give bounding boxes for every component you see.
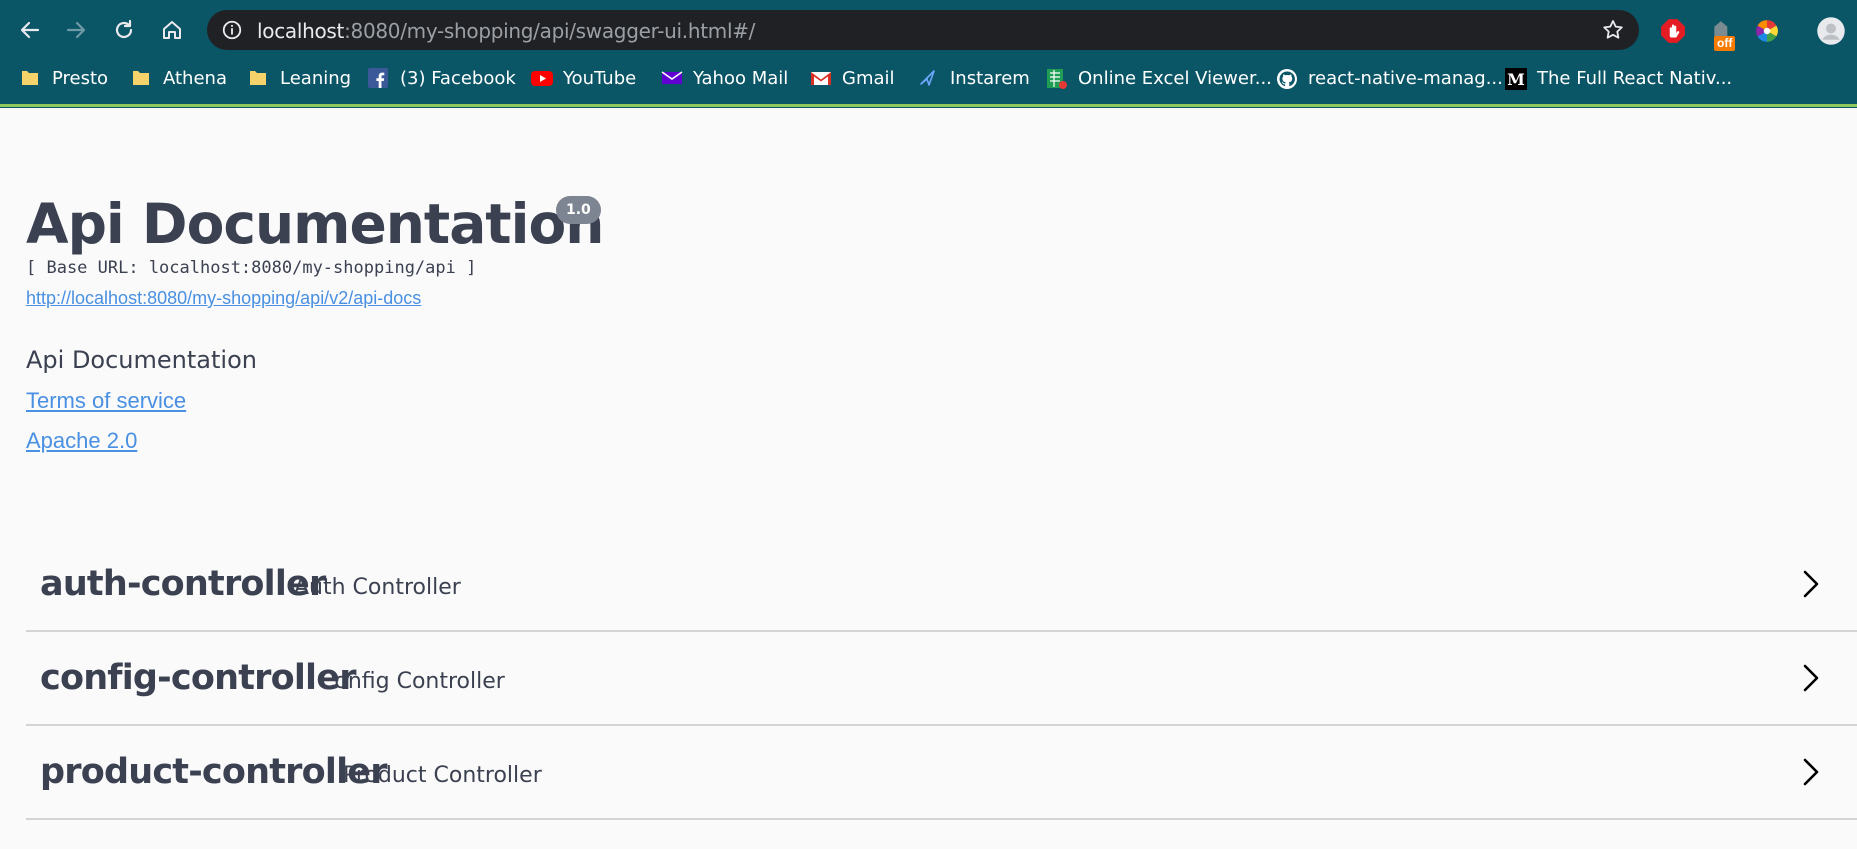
bookmark-label: Online Excel Viewer... bbox=[1078, 67, 1272, 89]
tag-name: config-controller bbox=[40, 658, 356, 698]
chevron-right-icon bbox=[1803, 758, 1819, 786]
home-button[interactable] bbox=[158, 16, 186, 44]
bookmark-gmail[interactable]: Gmail bbox=[810, 62, 895, 94]
profile-avatar-button[interactable] bbox=[1816, 16, 1846, 46]
color-picker-extension-button[interactable] bbox=[1752, 16, 1782, 46]
reload-button[interactable] bbox=[110, 16, 138, 44]
bookmark-athena[interactable]: Athena bbox=[131, 62, 227, 94]
base-url: [ Base URL: localhost:8080/my-shopping/a… bbox=[26, 258, 477, 278]
url-host: localhost bbox=[257, 19, 345, 43]
bookmark-label: Presto bbox=[52, 67, 109, 89]
back-arrow-icon bbox=[20, 21, 40, 39]
adblock-hand-icon bbox=[1661, 19, 1685, 43]
bookmark-label: The Full React Nativ... bbox=[1537, 67, 1733, 89]
tag-name: auth-controller bbox=[40, 564, 326, 604]
bookmark-label: Yahoo Mail bbox=[693, 67, 789, 89]
bookmark-label: Athena bbox=[163, 67, 227, 89]
chevron-right-icon bbox=[1803, 664, 1819, 692]
terms-of-service-link[interactable]: Terms of service bbox=[26, 388, 186, 414]
bookmark-presto[interactable]: Presto bbox=[20, 62, 108, 94]
bookmark-instarem[interactable]: Instarem bbox=[918, 62, 1030, 94]
bookmark-react-native-manager[interactable]: react-native-manag... bbox=[1276, 62, 1503, 94]
excel-viewer-icon bbox=[1046, 68, 1067, 89]
bookmark-label: Instarem bbox=[950, 67, 1030, 89]
forward-arrow-icon bbox=[66, 21, 86, 39]
extension-off-badge: off bbox=[1714, 36, 1736, 51]
bookmark-full-react-native[interactable]: M The Full React Nativ... bbox=[1505, 62, 1732, 94]
adblock-extension-button[interactable] bbox=[1658, 16, 1688, 46]
tag-name: product-controller bbox=[40, 752, 387, 792]
youtube-icon bbox=[531, 68, 553, 88]
tag-description: Product Controller bbox=[343, 763, 542, 788]
folder-icon bbox=[248, 68, 268, 88]
bookmark-label: YouTube bbox=[563, 67, 637, 89]
bookmark-label: (3) Facebook bbox=[400, 67, 516, 89]
browser-toolbar: localhost:8080/my-shopping/api/swagger-u… bbox=[0, 6, 1857, 54]
url-path: :8080/my-shopping/api/swagger-ui.html#/ bbox=[344, 19, 756, 43]
tag-description: Auth Controller bbox=[294, 575, 461, 600]
yahoo-mail-icon bbox=[661, 68, 683, 88]
version-badge: 1.0 bbox=[556, 196, 601, 224]
bookmark-star-icon[interactable] bbox=[1601, 18, 1625, 42]
facebook-icon bbox=[368, 68, 388, 88]
bookmark-label: react-native-manag... bbox=[1308, 67, 1503, 89]
back-button[interactable] bbox=[16, 16, 44, 44]
github-icon bbox=[1276, 68, 1297, 89]
bookmark-label: Gmail bbox=[842, 67, 895, 89]
bookmark-facebook[interactable]: (3) Facebook bbox=[368, 62, 516, 94]
gmail-icon bbox=[810, 68, 831, 88]
tag-section-product-controller[interactable]: product-controller Product Controller bbox=[26, 726, 1857, 820]
color-wheel-icon bbox=[1756, 20, 1778, 42]
svg-text:M: M bbox=[1507, 70, 1525, 89]
address-bar[interactable]: localhost:8080/my-shopping/api/swagger-u… bbox=[207, 10, 1639, 50]
page-load-indicator bbox=[0, 104, 1857, 107]
browser-chrome: localhost:8080/my-shopping/api/swagger-u… bbox=[0, 0, 1857, 108]
url-text[interactable]: localhost:8080/my-shopping/api/swagger-u… bbox=[257, 19, 755, 43]
folder-icon bbox=[20, 68, 40, 88]
license-link[interactable]: Apache 2.0 bbox=[26, 428, 137, 454]
bookmark-leaning[interactable]: Leaning bbox=[248, 62, 351, 94]
chevron-right-icon bbox=[1803, 570, 1819, 598]
site-info-icon[interactable] bbox=[221, 19, 243, 41]
api-description: Api Documentation bbox=[26, 346, 257, 374]
instarem-icon bbox=[918, 68, 938, 88]
bookmark-youtube[interactable]: YouTube bbox=[531, 62, 636, 94]
bookmarks-bar: Presto Athena Leaning (3) Facebook YouTu… bbox=[0, 62, 1857, 94]
bookmark-online-excel-viewer[interactable]: Online Excel Viewer... bbox=[1046, 62, 1272, 94]
home-icon bbox=[163, 21, 181, 39]
bookmark-label: Leaning bbox=[280, 67, 352, 89]
swagger-page: Api Documentation 1.0 [ Base URL: localh… bbox=[0, 108, 1857, 849]
reload-icon bbox=[115, 19, 133, 39]
folder-icon bbox=[131, 68, 151, 88]
page-title: Api Documentation bbox=[26, 192, 604, 256]
tag-section-auth-controller[interactable]: auth-controller Auth Controller bbox=[26, 538, 1857, 632]
tag-section-config-controller[interactable]: config-controller Config Controller bbox=[26, 632, 1857, 726]
api-docs-link[interactable]: http://localhost:8080/my-shopping/api/v2… bbox=[26, 288, 421, 309]
bookmark-yahoo-mail[interactable]: Yahoo Mail bbox=[661, 62, 788, 94]
tag-description: Config Controller bbox=[319, 669, 505, 694]
extension-off-button[interactable]: off bbox=[1708, 16, 1738, 51]
profile-avatar-icon bbox=[1817, 17, 1845, 45]
forward-button[interactable] bbox=[62, 16, 90, 44]
medium-icon: M bbox=[1505, 68, 1527, 90]
